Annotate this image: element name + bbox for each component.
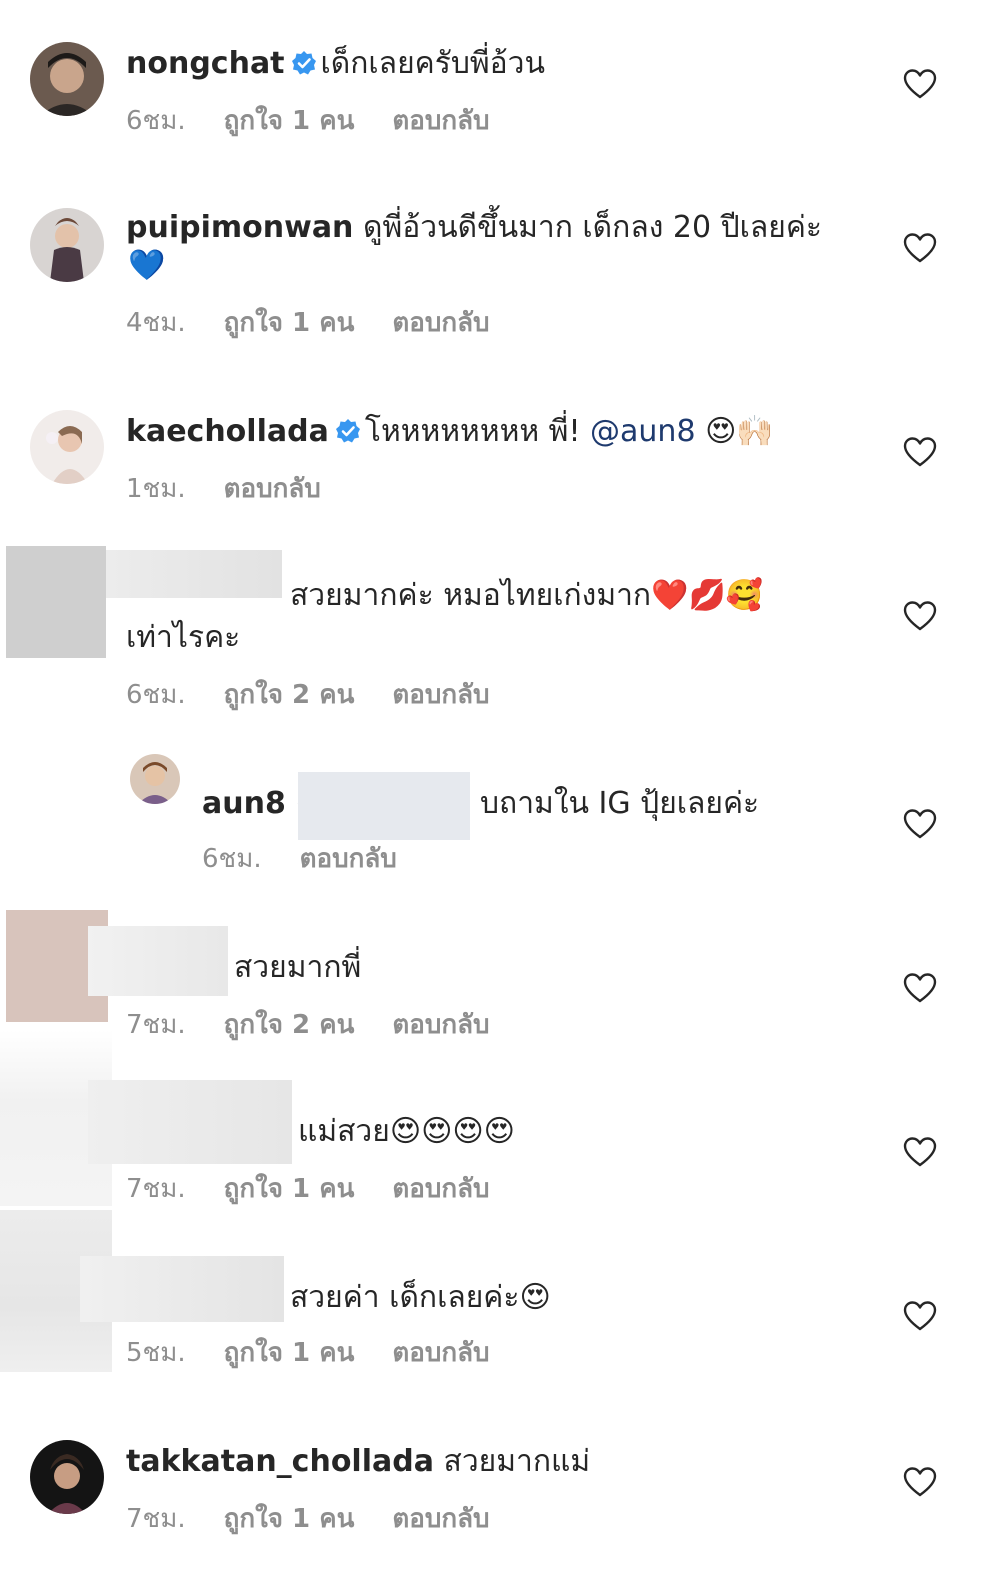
blurred-text (298, 772, 470, 840)
comment-username[interactable]: puipimonwan (126, 210, 353, 245)
avatar[interactable] (30, 42, 104, 116)
reply-button[interactable]: ตอบกลับ (392, 1172, 489, 1206)
reply-button[interactable]: ตอบกลับ (224, 472, 321, 506)
comment-time: 5ชม. (126, 1338, 186, 1368)
reply-button[interactable]: ตอบกลับ (392, 1336, 489, 1370)
comment-text: สวยมากค่ะ หมอไทยเก่งมาก (290, 578, 652, 613)
avatar[interactable] (30, 410, 104, 484)
blurred-username (88, 1080, 292, 1164)
like-count[interactable]: ถูกใจ 1 คน (224, 104, 355, 138)
blurred-username (80, 1256, 284, 1322)
comment-text: สวยมากพี่ (234, 950, 362, 985)
reply-button[interactable]: ตอบกลับ (392, 1008, 489, 1042)
heart-outline-icon[interactable] (903, 1136, 937, 1168)
avatar[interactable] (30, 208, 104, 282)
comment-time: 7ชม. (126, 1010, 186, 1040)
heart-outline-icon[interactable] (903, 1300, 937, 1332)
heart-outline-icon[interactable] (903, 232, 937, 264)
heart-outline-icon[interactable] (903, 972, 937, 1004)
comment-time: 7ชม. (126, 1504, 186, 1534)
blurred-username (106, 550, 282, 598)
reply-button[interactable]: ตอบกลับ (392, 1502, 489, 1536)
reply-button[interactable]: ตอบกลับ (392, 104, 489, 138)
comment-emoji: 😍 (519, 1280, 551, 1315)
comment-text: เด็กเลยครับพี่อ้วน (320, 46, 546, 81)
comment-emoji: ❤️💋🥰 (651, 578, 764, 613)
like-count[interactable]: ถูกใจ 2 คน (224, 1008, 355, 1042)
blurred-avatar (6, 546, 106, 658)
comment-time: 7ชม. (126, 1174, 186, 1204)
like-count[interactable]: ถูกใจ 1 คน (224, 1172, 355, 1206)
comment-emoji: 💙 (128, 248, 166, 283)
comment-time: 6ชม. (202, 844, 262, 874)
like-count[interactable]: ถูกใจ 1 คน (224, 1336, 355, 1370)
heart-outline-icon[interactable] (903, 68, 937, 100)
avatar[interactable] (30, 1440, 104, 1514)
like-count[interactable]: ถูกใจ 1 คน (224, 1502, 355, 1536)
heart-outline-icon[interactable] (903, 1466, 937, 1498)
blurred-username (88, 926, 228, 996)
comment-username[interactable]: aun8 (202, 786, 286, 821)
verified-badge-icon (291, 50, 317, 76)
comment-time: 4ชม. (126, 308, 186, 338)
comment-username[interactable]: takkatan_chollada (126, 1444, 434, 1479)
comment-text: บถามใน IG ปุ้ยเลยค่ะ (480, 786, 760, 821)
comment-username[interactable]: kaechollada (126, 414, 329, 449)
comment-text: สวยค่า เด็กเลยค่ะ (290, 1280, 520, 1315)
mention-link[interactable]: @aun8 (590, 414, 696, 449)
verified-badge-icon (335, 418, 361, 444)
comment-text: ดูพี่อ้วนดีขึ้นมาก เด็กลง 20 ปีเลยค่ะ (362, 210, 823, 245)
heart-outline-icon[interactable] (903, 808, 937, 840)
comment-time: 6ชม. (126, 680, 186, 710)
heart-outline-icon[interactable] (903, 436, 937, 468)
like-count[interactable]: ถูกใจ 1 คน (224, 306, 355, 340)
comment-text: โหหหหหหหห พี่! (364, 414, 581, 449)
comment-text-continued: เท่าไรคะ (126, 620, 241, 655)
comment-emoji: 😍😍😍😍 (389, 1114, 515, 1149)
avatar[interactable] (130, 754, 180, 804)
comment-emoji: 😍🙌🏻 (705, 414, 774, 449)
reply-button[interactable]: ตอบกลับ (392, 678, 489, 712)
reply-button[interactable]: ตอบกลับ (300, 842, 397, 876)
comment-time: 6ชม. (126, 106, 186, 136)
comment-time: 1ชม. (126, 474, 186, 504)
heart-outline-icon[interactable] (903, 600, 937, 632)
like-count[interactable]: ถูกใจ 2 คน (224, 678, 355, 712)
comment-text: สวยมากแม่ (443, 1444, 591, 1479)
reply-button[interactable]: ตอบกลับ (392, 306, 489, 340)
comment-text: แม่สวย (298, 1114, 390, 1149)
comment-username[interactable]: nongchat (126, 46, 285, 81)
